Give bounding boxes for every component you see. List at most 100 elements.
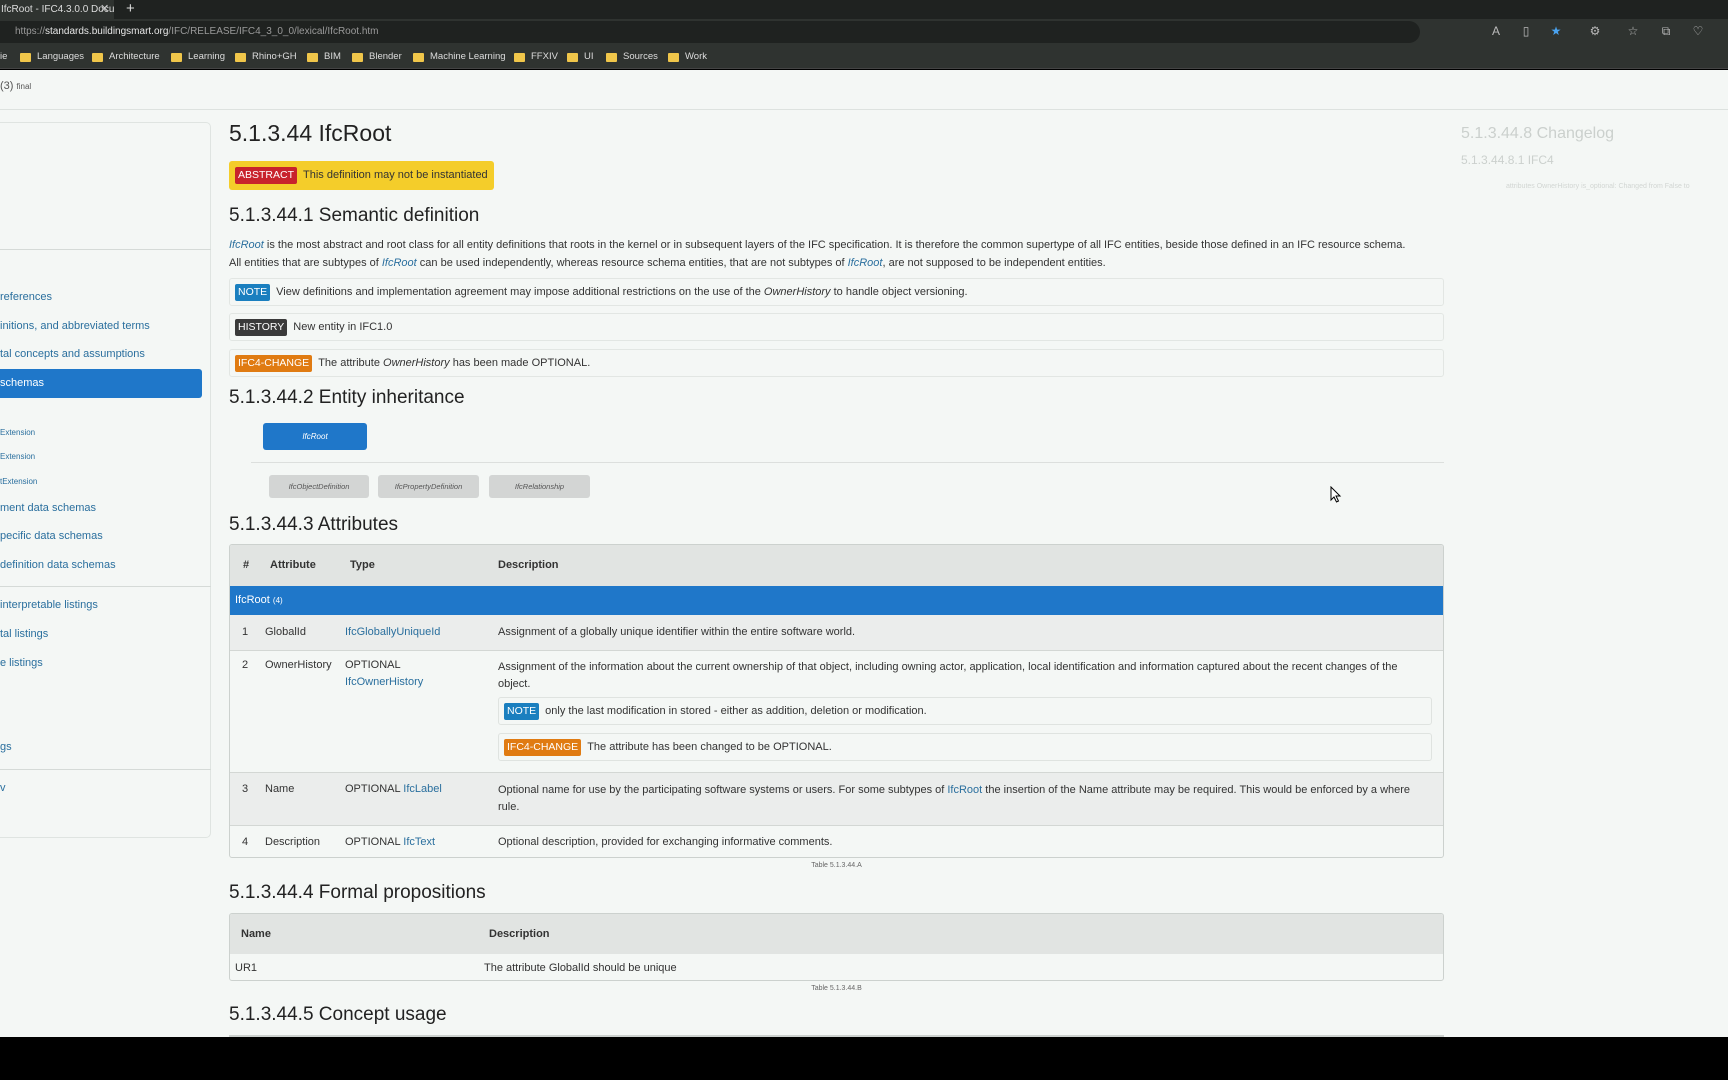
favorite-star-icon[interactable]: ★	[1548, 23, 1564, 39]
bookmark-folder[interactable]: Sources	[606, 45, 658, 69]
table-header: # Attribute Type Description	[230, 545, 1443, 586]
ifcroot-link[interactable]: IfcRoot	[382, 257, 417, 269]
bookmark-folder[interactable]: Machine Learning	[413, 45, 506, 69]
toc-link[interactable]: 5.1.3.44.8 Changelog	[1461, 125, 1614, 143]
divider	[0, 769, 211, 770]
bookmark-folder[interactable]: Languages	[20, 45, 84, 69]
inheritance-child-node[interactable]: IfcRelationship	[489, 475, 590, 498]
divider	[251, 462, 1444, 463]
note-badge: NOTE	[235, 284, 271, 301]
sidebar-item[interactable]: tal listings	[0, 628, 48, 640]
sidebar-item[interactable]: tal concepts and assumptions	[0, 348, 145, 360]
favorites-icon[interactable]: ☆	[1625, 23, 1641, 39]
taskbar-area	[0, 1037, 1728, 1080]
type-link[interactable]: IfcGloballyUniqueId	[345, 615, 440, 650]
history-box: HISTORY New entity in IFC1.0	[229, 313, 1444, 341]
folder-icon	[413, 52, 424, 62]
sidebar-item[interactable]: initions, and abbreviated terms	[0, 320, 150, 332]
url-text[interactable]: https://standards.buildingsmart.org/IFC/…	[15, 21, 379, 43]
folder-icon	[606, 52, 617, 62]
bookmark-folder[interactable]: UI	[567, 45, 594, 69]
folder-icon	[352, 52, 363, 62]
section-heading: 5.1.3.44.2 Entity inheritance	[229, 387, 465, 408]
sidebar-item[interactable]: v	[0, 782, 6, 794]
propositions-table: Name Description UR1 The attribute Globa…	[229, 913, 1444, 981]
bookmark-folder[interactable]: Work	[668, 45, 707, 69]
folder-icon	[235, 52, 246, 62]
sidebar-item[interactable]: e listings	[0, 657, 43, 669]
sidebar-subitem[interactable]: tExtension	[0, 477, 37, 486]
collections-icon[interactable]: ⧉	[1658, 23, 1674, 39]
note-badge: NOTE	[504, 703, 540, 720]
sidebar-subitem[interactable]: Extension	[0, 428, 35, 437]
type-link[interactable]: IfcOwnerHistory	[345, 676, 423, 688]
attributes-table: # Attribute Type Description IfcRoot (4)…	[229, 544, 1444, 858]
new-tab-icon[interactable]: +	[126, 0, 135, 18]
toc-text: attributes OwnerHistory is_optional: Cha…	[1506, 183, 1690, 190]
ifcroot-link[interactable]: IfcRoot	[947, 784, 982, 796]
bookmark-folder[interactable]: Learning	[171, 45, 225, 69]
sidebar-subitem[interactable]: Extension	[0, 452, 35, 461]
bookmark-folder[interactable]: Blender	[352, 45, 402, 69]
table-row: 2 OwnerHistory OPTIONAL IfcOwnerHistory …	[230, 650, 1443, 772]
performance-icon[interactable]: ♡	[1690, 23, 1706, 39]
sidebar-item[interactable]: ment data schemas	[0, 502, 96, 514]
immersive-reader-icon[interactable]: ▯	[1518, 23, 1534, 39]
table-header: Name Description	[230, 914, 1443, 954]
type-link[interactable]: IfcText	[403, 836, 435, 848]
folder-icon	[92, 52, 103, 62]
version-bar: (3) final	[0, 70, 1728, 110]
sidebar-item[interactable]: definition data schemas	[0, 559, 116, 571]
folder-icon	[668, 52, 679, 62]
sidebar-item-active[interactable]: schemas	[0, 369, 202, 398]
change-box: IFC4-CHANGE The attribute OwnerHistory ha…	[229, 349, 1444, 377]
sidebar-item[interactable]: interpretable listings	[0, 599, 98, 611]
note-box: NOTE only the last modification in stored…	[498, 697, 1432, 725]
history-badge: HISTORY	[235, 319, 288, 336]
browser-tab[interactable]: IfcRoot - IFC4.3.0.0 Documentation	[0, 0, 114, 19]
section-heading: 5.1.3.44.5 Concept usage	[229, 1004, 447, 1025]
tab-title: IfcRoot - IFC4.3.0.0 Documentation	[1, 4, 114, 15]
table-row: 3 Name OPTIONAL IfcLabel Optional name f…	[230, 772, 1443, 825]
table-caption: Table 5.1.3.44.B	[811, 985, 862, 992]
table-row: UR1 The attribute GlobalId should be uni…	[235, 962, 677, 974]
folder-icon	[567, 52, 578, 62]
change-box: IFC4-CHANGE The attribute has been change…	[498, 733, 1432, 761]
inheritance-child-node[interactable]: IfcObjectDefinition	[269, 475, 369, 498]
read-aloud-icon[interactable]: A	[1488, 23, 1504, 39]
divider	[0, 586, 211, 587]
table-row: 1 GlobalId IfcGloballyUniqueId Assignmen…	[230, 615, 1443, 650]
page-title: 5.1.3.44 IfcRoot	[229, 120, 392, 146]
semantic-paragraph: IfcRoot is the most abstract and root cl…	[229, 239, 1406, 269]
bookmark-folder[interactable]: Rhino+GH	[235, 45, 297, 69]
bookmark-folder[interactable]: Architecture	[92, 45, 160, 69]
section-heading: 5.1.3.44.3 Attributes	[229, 514, 399, 535]
divider	[0, 249, 211, 250]
type-link[interactable]: IfcLabel	[403, 783, 442, 795]
change-badge: IFC4-CHANGE	[504, 739, 582, 756]
sidebar-item[interactable]: gs	[0, 741, 12, 753]
bookmark-item[interactable]: ie	[0, 45, 7, 69]
mouse-cursor-icon	[1330, 486, 1342, 503]
inheritance-child-node[interactable]: IfcPropertyDefinition	[378, 475, 479, 498]
sidebar-item[interactable]: references	[0, 291, 52, 303]
note-box: NOTE View definitions and implementation …	[229, 278, 1444, 306]
section-heading: 5.1.3.44.1 Semantic definition	[229, 205, 480, 226]
bookmark-folder[interactable]: FFXIV	[514, 45, 558, 69]
ifcroot-link[interactable]: IfcRoot	[229, 239, 264, 251]
folder-icon	[171, 52, 182, 62]
extensions-icon[interactable]: ⚙	[1587, 23, 1603, 39]
folder-icon	[514, 52, 525, 62]
close-tab-icon[interactable]: ✕	[100, 0, 109, 19]
bookmark-folder[interactable]: BIM	[307, 45, 341, 69]
toc-link[interactable]: 5.1.3.44.8.1 IFC4	[1461, 153, 1554, 167]
table-group-row: IfcRoot (4)	[230, 586, 1443, 615]
tab-strip	[0, 0, 1728, 19]
sidebar-item[interactable]: pecific data schemas	[0, 530, 103, 542]
table-row: 4 Description OPTIONAL IfcText Optional …	[230, 825, 1443, 857]
section-heading: 5.1.3.44.4 Formal propositions	[229, 882, 486, 903]
abstract-badge: ABSTRACT	[235, 167, 298, 184]
inheritance-root-node[interactable]: IfcRoot	[263, 423, 367, 450]
ifcroot-link[interactable]: IfcRoot	[848, 257, 883, 269]
change-badge: IFC4-CHANGE	[235, 355, 313, 372]
